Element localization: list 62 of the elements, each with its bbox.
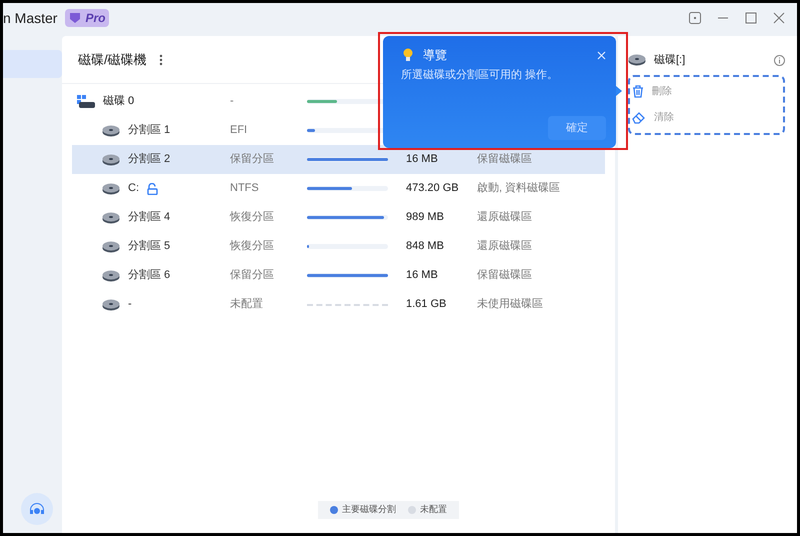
disk-icon (102, 124, 120, 136)
size-label: 16 MB (406, 268, 439, 284)
pointer-icon (616, 86, 622, 96)
eraser-icon (632, 112, 646, 124)
legend-label: 未配置 (420, 503, 447, 516)
partition-name: 分割區 2 (128, 152, 170, 168)
filesystem-label: NTFS (230, 181, 260, 196)
size-label: 989 MB (406, 210, 445, 226)
size-label: 1.61 GB (406, 297, 448, 312)
disk-group-icon (77, 94, 95, 108)
size-label: 473.20 GB (406, 181, 460, 196)
filesystem-label: EFI (230, 123, 248, 138)
disk-icon (628, 54, 646, 66)
size-label: 16 MB (406, 152, 439, 168)
shield-icon (69, 12, 82, 24)
disk-icon (102, 240, 120, 252)
pin-icon[interactable] (689, 12, 701, 24)
type-label: 啟動, 資料磁碟區 (477, 181, 560, 196)
maximize-icon[interactable] (745, 12, 757, 24)
partition-row[interactable]: 分割區 4 恢復分區 989 MB 還原磁碟區 (72, 203, 605, 232)
window-title: n Master (3, 8, 58, 28)
partition-row[interactable]: 分割區 2 保留分區 16 MB 保留磁碟區 (72, 145, 605, 174)
legend-label: 主要磁碟分割 (342, 503, 396, 516)
disk-icon (102, 154, 120, 166)
guide-title: 導覽 (423, 47, 447, 64)
info-icon[interactable] (774, 54, 785, 66)
type-label: 還原磁碟區 (477, 210, 532, 226)
filesystem-label: 保留分區 (230, 268, 275, 284)
size-label: 848 MB (406, 239, 445, 254)
partition-row[interactable]: 分割區 6 保留分區 16 MB 保留磁碟區 (72, 261, 605, 290)
disk-icon (102, 270, 120, 282)
partition-row[interactable]: - 未配置 1.61 GB 未使用磁碟區 (72, 290, 605, 319)
filesystem-label: 恢復分區 (230, 210, 275, 226)
disk-icon (102, 212, 120, 224)
partition-name: 分割區 1 (128, 122, 170, 138)
disk-icon (102, 298, 120, 310)
filesystem-label: 保留分區 (230, 152, 275, 168)
trash-icon (632, 85, 644, 98)
filesystem-label: 未配置 (230, 297, 264, 312)
guide-text: 所選磁碟或分割區可用的 操作。 (401, 68, 560, 83)
partition-name: 分割區 5 (128, 238, 170, 254)
lightbulb-icon (401, 47, 415, 63)
partition-name: 分割區 4 (128, 210, 170, 226)
panel-title: 磁碟/磁碟機 (78, 50, 147, 69)
partition-row[interactable]: C: NTFS 473.20 GB 啟動, 資料磁碟區 (72, 174, 605, 203)
partition-name: 磁碟 0 (103, 94, 134, 110)
support-icon[interactable] (28, 501, 46, 517)
filesystem-label: 恢復分區 (230, 239, 275, 254)
disk-icon (102, 182, 120, 194)
actions-title: 磁碟[:] (654, 53, 686, 68)
type-label: 還原磁碟區 (477, 239, 532, 254)
type-label: 保留磁碟區 (477, 268, 532, 284)
filesystem-label: - (230, 94, 235, 110)
type-label: 未使用磁碟區 (477, 297, 543, 312)
type-label: 保留磁碟區 (477, 152, 532, 168)
pro-badge: Pro (65, 9, 110, 27)
partition-row[interactable]: 分割區 5 恢復分區 848 MB 還原磁碟區 (72, 232, 605, 261)
partition-name: C: (128, 181, 139, 196)
close-icon[interactable] (773, 12, 785, 24)
partition-name: 分割區 6 (128, 268, 170, 284)
more-icon[interactable] (158, 54, 163, 66)
partition-name: - (128, 297, 132, 312)
